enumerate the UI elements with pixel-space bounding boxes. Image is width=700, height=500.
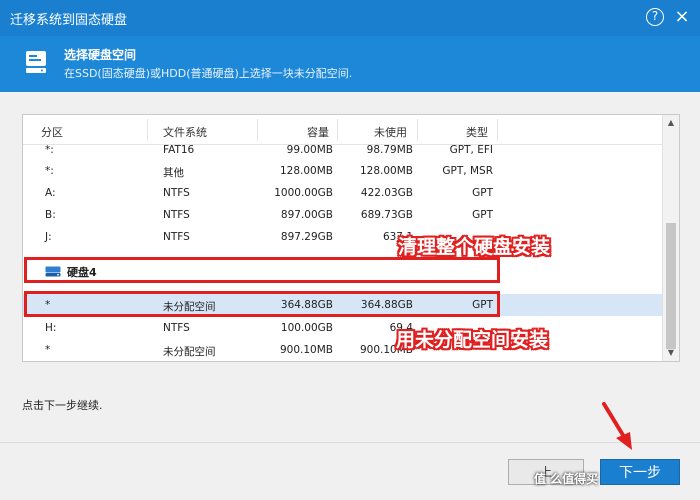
header-banner: 选择硬盘空间 在SSD(固态硬盘)或HDD(普通硬盘)上选择一块未分配空间. bbox=[0, 36, 700, 92]
type-cell: GPT, MSR bbox=[442, 165, 493, 177]
annotation-box-disk bbox=[24, 257, 500, 283]
watermark-text: 值 么值得买 bbox=[534, 472, 599, 486]
partition-list[interactable]: 分区 文件系统 容量 未使用 类型 *: FAT16 99.00MB 98.79… bbox=[22, 114, 680, 362]
type-cell: GPT bbox=[472, 187, 493, 199]
filesystem-cell: NTFS bbox=[163, 209, 190, 221]
partition-cell: A: bbox=[45, 187, 56, 199]
partition-cell: *: bbox=[45, 165, 54, 177]
capacity-cell: 1000.00GB bbox=[274, 187, 333, 199]
annotation-use-unallocated: 用未分配空间安装 bbox=[396, 329, 549, 351]
unused-cell: 689.73GB bbox=[360, 209, 413, 221]
column-header-unused[interactable]: 未使用 bbox=[374, 124, 407, 140]
capacity-cell: 99.00MB bbox=[286, 144, 333, 156]
header-title: 选择硬盘空间 bbox=[64, 48, 137, 62]
table-row[interactable]: A: NTFS 1000.00GB 422.03GB GPT bbox=[23, 182, 663, 204]
filesystem-cell: 未分配空间 bbox=[163, 346, 216, 358]
hint-text: 点击下一步继续. bbox=[22, 399, 103, 412]
column-header-filesystem[interactable]: 文件系统 bbox=[163, 124, 207, 140]
capacity-cell: 897.29GB bbox=[280, 231, 333, 243]
unused-cell: 128.00MB bbox=[359, 165, 413, 177]
table-row[interactable]: *: 其他 128.00MB 128.00MB GPT, MSR bbox=[23, 160, 663, 182]
footer-divider bbox=[0, 442, 700, 443]
partition-cell: *: bbox=[45, 144, 54, 156]
column-header-capacity[interactable]: 容量 bbox=[307, 124, 329, 140]
annotation-box-unallocated bbox=[24, 291, 500, 317]
disk-migrate-icon bbox=[24, 48, 50, 79]
partition-cell: * bbox=[45, 344, 51, 356]
header-description: 在SSD(固态硬盘)或HDD(普通硬盘)上选择一块未分配空间. bbox=[64, 67, 353, 80]
partition-cell: H: bbox=[45, 322, 57, 334]
scroll-down-icon[interactable]: ▼ bbox=[663, 345, 679, 361]
scroll-up-icon[interactable]: ▲ bbox=[663, 115, 679, 131]
table-row[interactable]: H: NTFS 100.00GB 69.4 bbox=[23, 317, 663, 339]
next-button[interactable]: 下一步 bbox=[600, 459, 680, 485]
filesystem-cell: NTFS bbox=[163, 231, 190, 243]
vertical-scrollbar[interactable]: ▲ ▼ bbox=[662, 115, 679, 361]
filesystem-cell: FAT16 bbox=[163, 144, 195, 156]
capacity-cell: 128.00MB bbox=[279, 165, 333, 177]
filesystem-cell: 其他 bbox=[163, 167, 184, 179]
table-row[interactable]: B: NTFS 897.00GB 689.73GB GPT bbox=[23, 204, 663, 226]
close-button[interactable]: × bbox=[672, 7, 692, 27]
capacity-cell: 900.10MB bbox=[279, 344, 333, 356]
type-cell: GPT, EFI bbox=[449, 144, 493, 156]
window-title: 迁移系统到固态硬盘 bbox=[10, 13, 128, 28]
column-header-partition[interactable]: 分区 bbox=[41, 124, 63, 140]
title-bar: 迁移系统到固态硬盘 ? × bbox=[0, 0, 700, 36]
red-arrow-icon bbox=[602, 402, 632, 450]
capacity-cell: 897.00GB bbox=[280, 209, 333, 221]
table-row[interactable]: *: FAT16 99.00MB 98.79MB GPT, EFI bbox=[23, 139, 663, 161]
partition-cell: B: bbox=[45, 209, 56, 221]
table-row[interactable]: J: NTFS 897.29GB 637.1 bbox=[23, 226, 663, 248]
column-header-type[interactable]: 类型 bbox=[466, 124, 488, 140]
filesystem-cell: NTFS bbox=[163, 187, 190, 199]
partition-cell: J: bbox=[45, 231, 52, 243]
unused-cell: 422.03GB bbox=[360, 187, 413, 199]
help-icon[interactable]: ? bbox=[646, 8, 664, 26]
table-row[interactable]: * 未分配空间 900.10MB 900.10MB bbox=[23, 339, 663, 361]
type-cell: GPT bbox=[472, 209, 493, 221]
unused-cell: 98.79MB bbox=[366, 144, 413, 156]
annotation-clean-disk: 清理整个硬盘安装 bbox=[398, 236, 551, 258]
filesystem-cell: NTFS bbox=[163, 322, 190, 334]
capacity-cell: 100.00GB bbox=[280, 322, 333, 334]
scroll-thumb[interactable] bbox=[666, 223, 676, 349]
